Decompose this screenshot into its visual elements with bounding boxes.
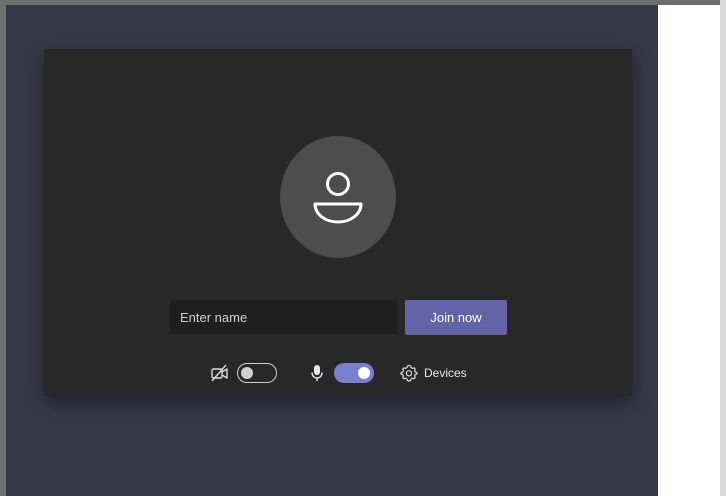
person-icon [313, 172, 363, 224]
microphone-icon[interactable] [309, 363, 325, 383]
window-right-border [720, 0, 726, 496]
camera-off-icon[interactable] [210, 364, 230, 382]
microphone-toggle-knob [358, 367, 370, 379]
devices-button[interactable]: Devices [400, 363, 467, 383]
camera-toggle-knob [241, 367, 253, 379]
microphone-toggle[interactable] [334, 363, 374, 383]
app-background: Join now [6, 5, 658, 496]
devices-label: Devices [424, 366, 467, 380]
camera-toggle[interactable] [237, 363, 277, 383]
screen: Join now [0, 0, 726, 496]
prejoin-panel: Join now [44, 49, 632, 396]
gear-icon [400, 364, 418, 382]
name-input[interactable] [170, 300, 397, 334]
media-controls: Devices [44, 359, 632, 387]
join-now-button[interactable]: Join now [405, 300, 507, 335]
user-avatar [280, 136, 396, 258]
